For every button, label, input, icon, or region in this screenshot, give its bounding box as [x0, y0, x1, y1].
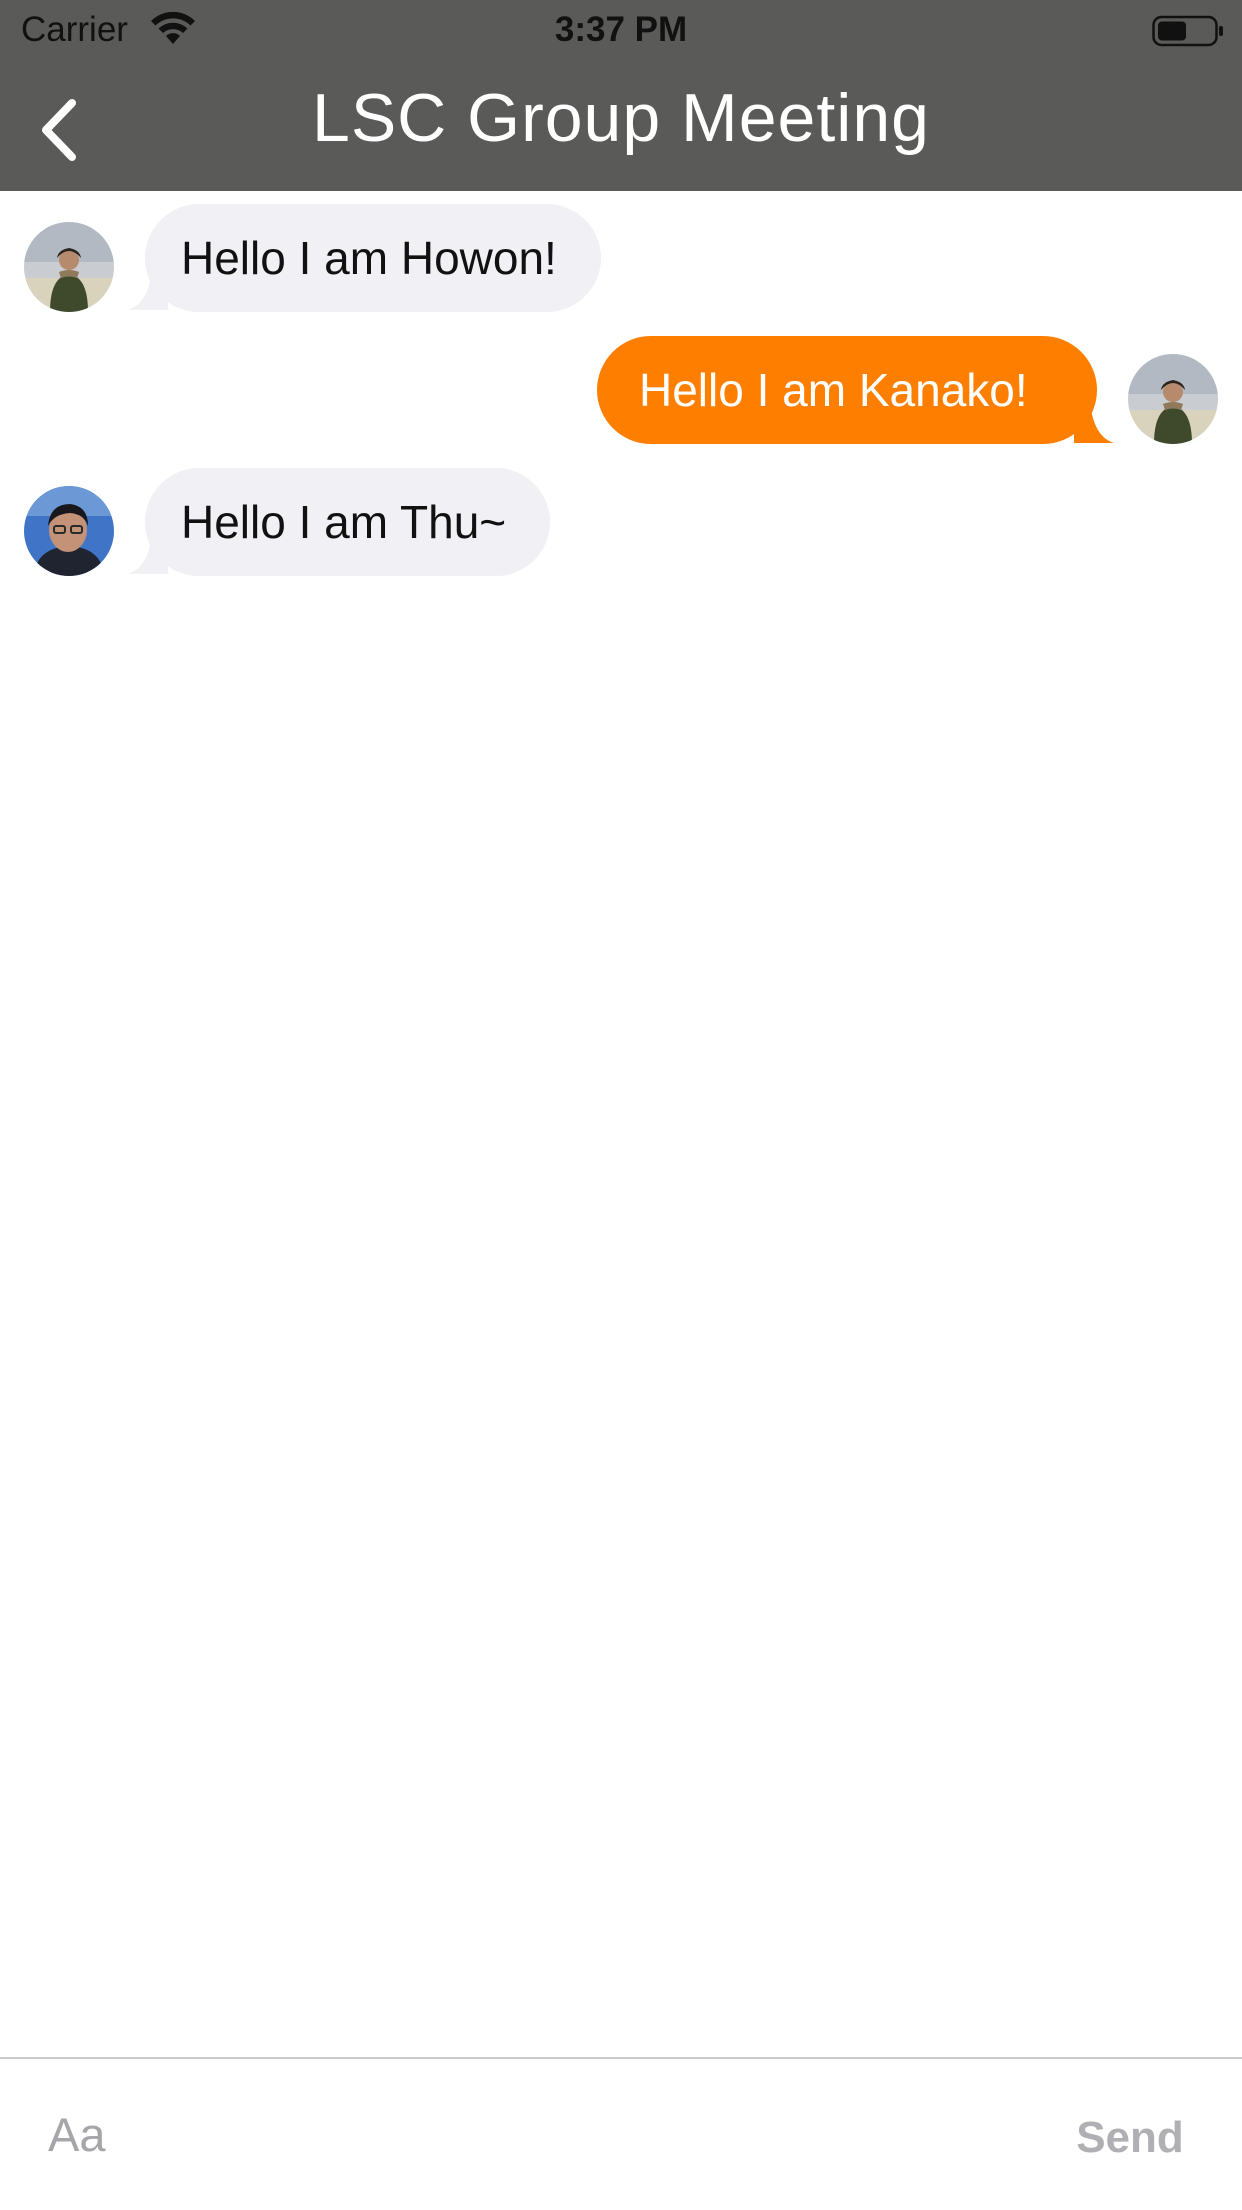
- avatar[interactable]: [1128, 354, 1218, 444]
- battery-icon: [1152, 15, 1223, 47]
- message-text: Hello I am Howon!: [181, 232, 557, 284]
- message-input[interactable]: [48, 2099, 948, 2169]
- navigation-bar: Carrier 3:37 PM LSC Group Meeting: [0, 0, 1242, 191]
- message-composer: Send: [0, 2057, 1242, 2210]
- page-title: LSC Group Meeting: [312, 80, 930, 156]
- avatar[interactable]: [24, 222, 114, 312]
- person-photo-icon: [24, 486, 114, 576]
- status-time: 3:37 PM: [554, 10, 688, 49]
- message-text: Hello I am Kanako!: [639, 364, 1028, 416]
- message-bubble[interactable]: Hello I am Howon!: [145, 204, 601, 312]
- message-text: Hello I am Thu~: [181, 496, 507, 548]
- person-photo-icon: [1128, 354, 1218, 444]
- avatar[interactable]: [24, 486, 114, 576]
- message-bubble[interactable]: Hello I am Kanako!: [597, 336, 1097, 444]
- person-photo-icon: [24, 222, 114, 312]
- message-bubble[interactable]: Hello I am Thu~: [145, 468, 551, 576]
- send-button[interactable]: Send: [1060, 2103, 1200, 2173]
